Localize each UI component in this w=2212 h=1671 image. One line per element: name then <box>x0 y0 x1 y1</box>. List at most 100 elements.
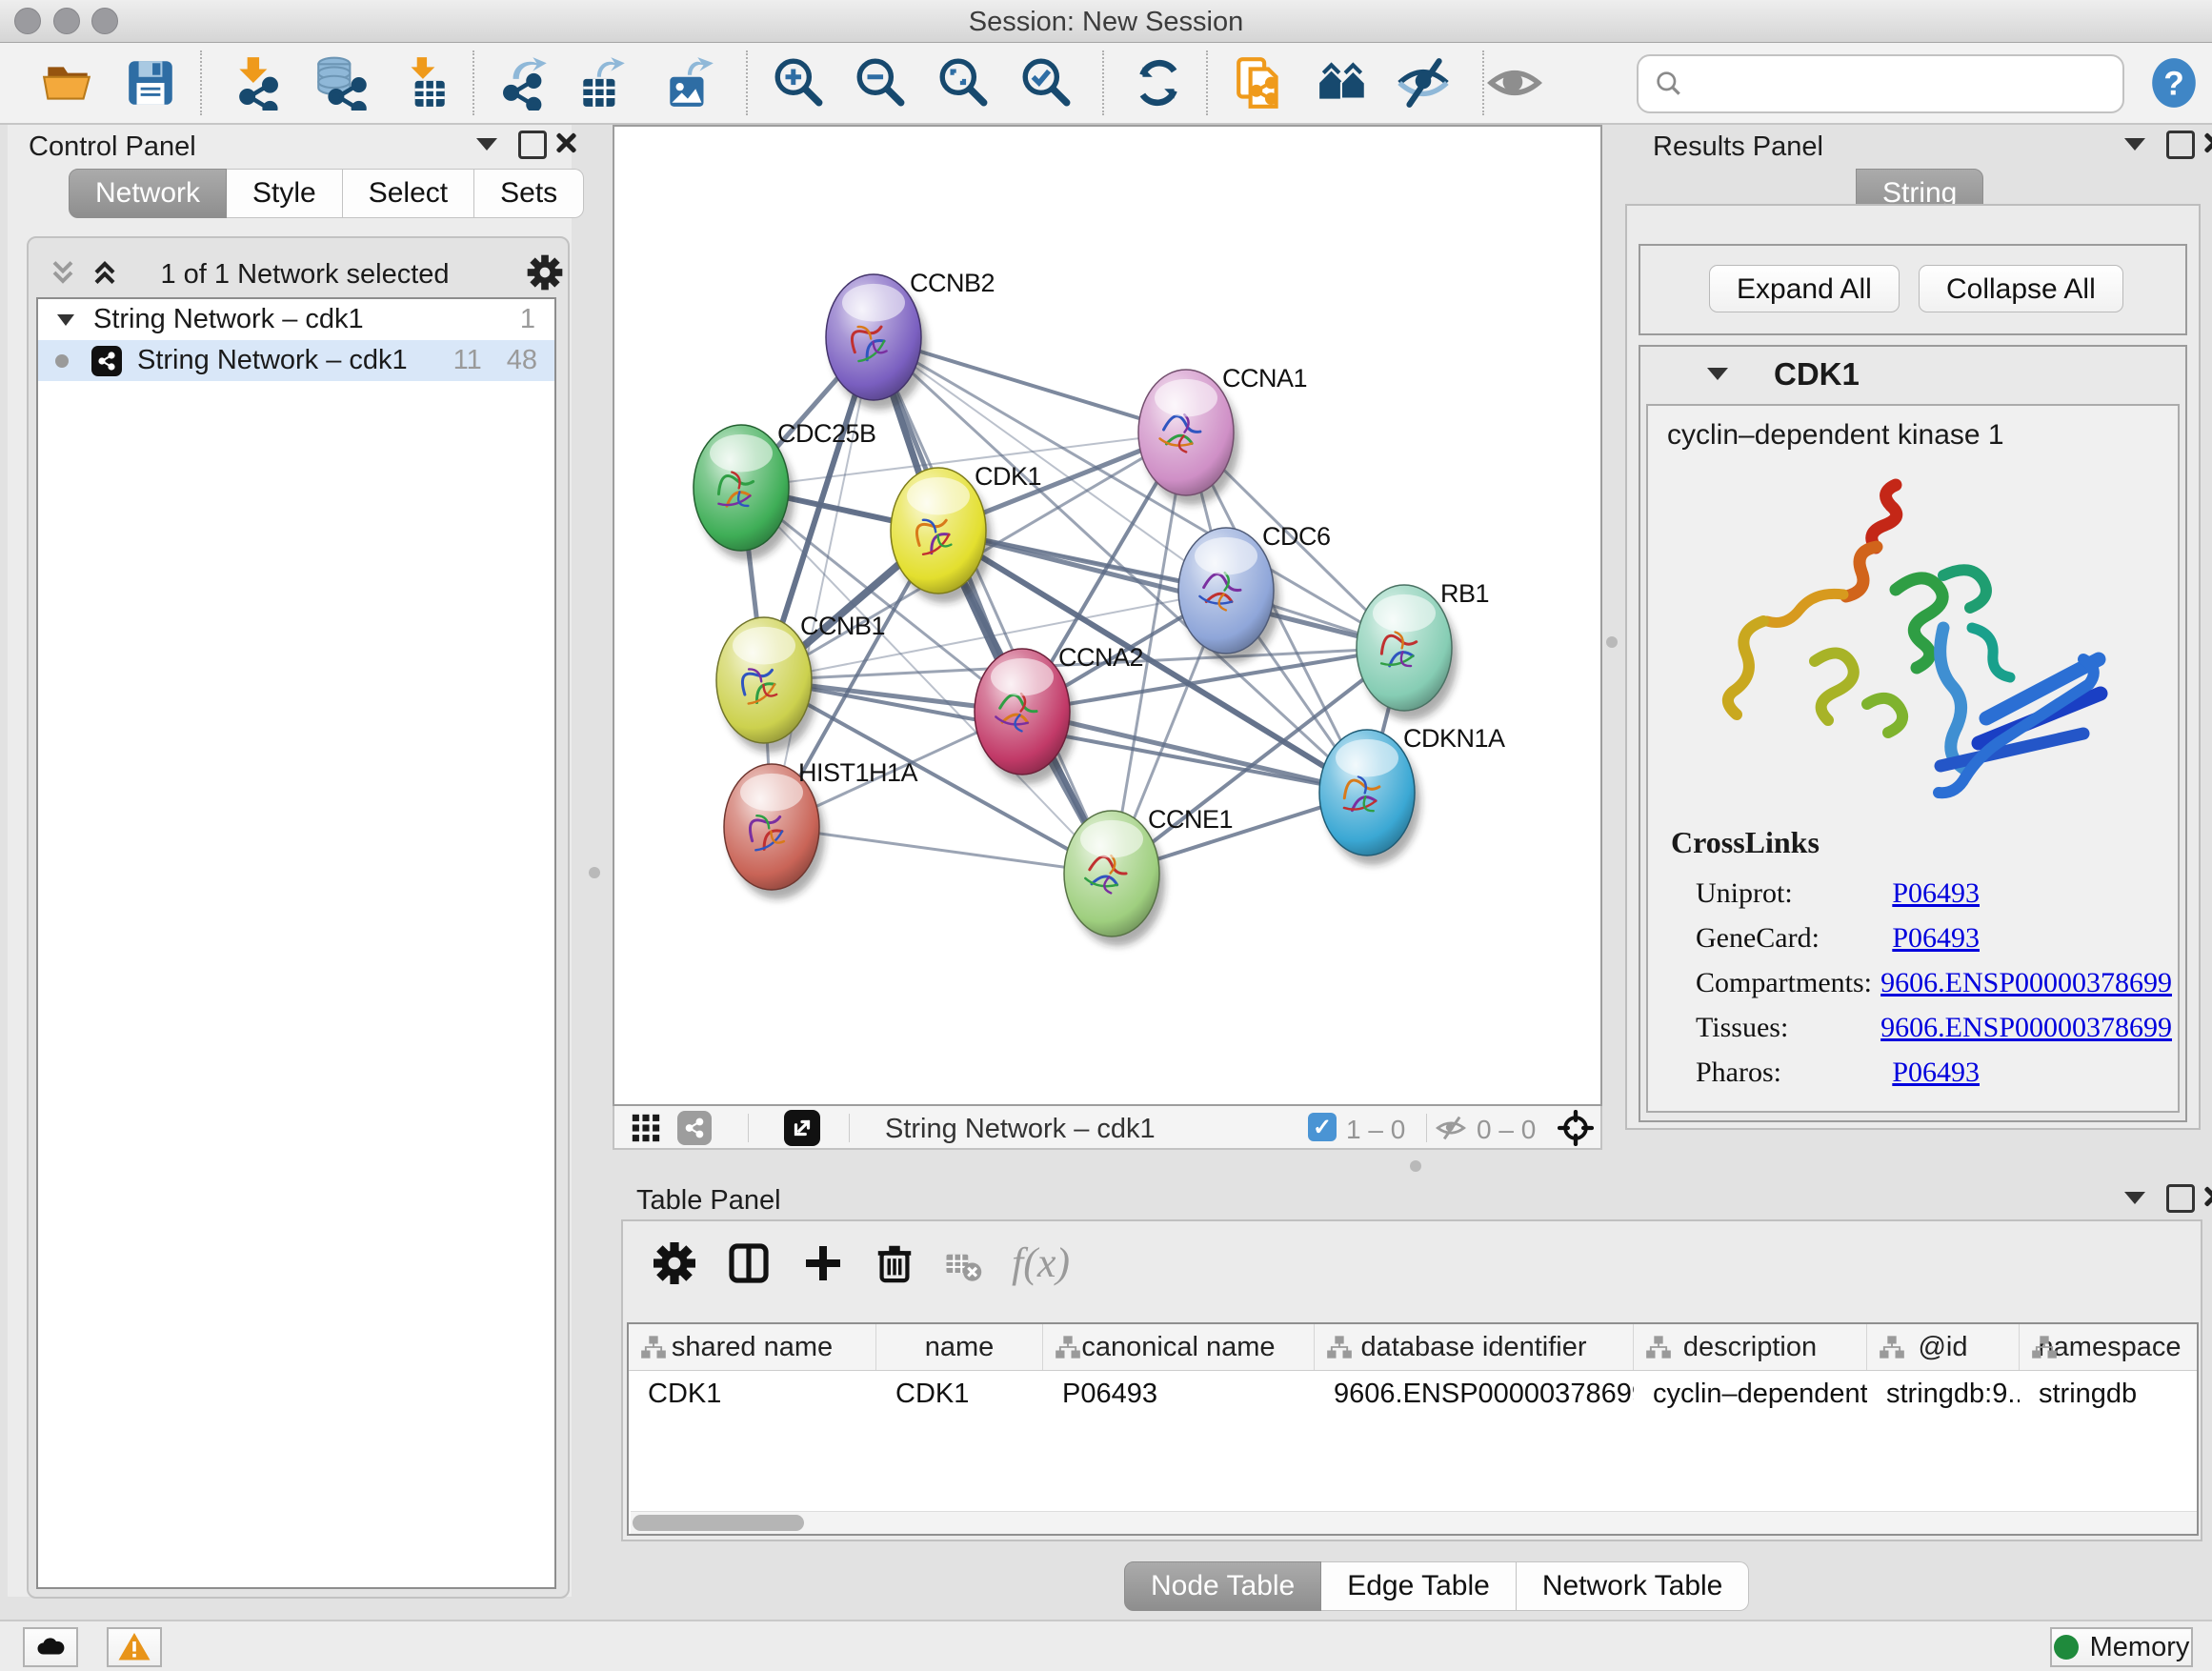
node-CDC25B[interactable]: CDC25B <box>694 419 876 560</box>
tab-select[interactable]: Select <box>343 169 474 218</box>
node-HIST1H1A[interactable]: HIST1H1A <box>724 758 918 899</box>
show-hidden-icon[interactable] <box>1486 54 1543 111</box>
cell-canonical-name[interactable]: P06493 <box>1043 1371 1315 1417</box>
import-network-database-icon[interactable] <box>312 54 369 111</box>
node-CCNA2[interactable]: CCNA2 <box>975 643 1143 784</box>
current-network-name: String Network – cdk1 <box>885 1114 1156 1145</box>
memory-button[interactable]: Memory <box>2050 1627 2193 1667</box>
column-header-name[interactable]: name <box>876 1324 1043 1370</box>
node-CCNA1[interactable]: CCNA1 <box>1138 364 1307 505</box>
export-view-icon[interactable] <box>784 1110 820 1146</box>
left-splitter-handle[interactable] <box>589 867 600 878</box>
hide-selection-icon[interactable] <box>1395 54 1452 111</box>
crosslink-label: Tissues: <box>1696 1012 1788 1044</box>
cell-description[interactable]: cyclin–dependent ... <box>1634 1371 1867 1417</box>
tab-network-table[interactable]: Network Table <box>1517 1561 1750 1611</box>
crosslink-label: Uniprot: <box>1696 877 1793 910</box>
cell-@id[interactable]: stringdb:9... <box>1867 1371 2020 1417</box>
refresh-view-icon[interactable] <box>1130 54 1187 111</box>
table-panel-box: f(x) shared namenamecanonical namedataba… <box>621 1219 2202 1541</box>
export-table-icon[interactable] <box>574 54 632 111</box>
warning-button[interactable] <box>107 1627 162 1667</box>
zoom-fit-icon[interactable] <box>935 54 993 111</box>
table-options-gear-icon[interactable] <box>652 1240 697 1291</box>
export-network-icon[interactable] <box>496 54 553 111</box>
table-row[interactable]: CDK1CDK1P064939606.ENSP00000378699cyclin… <box>629 1371 2197 1417</box>
fit-selected-crosshair-icon[interactable] <box>1558 1110 1594 1151</box>
birdseye-grid-icon[interactable] <box>630 1112 662 1149</box>
network-row[interactable]: String Network – cdk1 11 48 <box>38 340 554 381</box>
column-header-canonical-name[interactable]: canonical name <box>1043 1324 1315 1370</box>
crosslink-value[interactable]: 9606.ENSP00000378699 <box>1880 967 2172 999</box>
results-panel-collapse-icon[interactable] <box>2124 138 2145 151</box>
collapse-all-networks-icon[interactable] <box>46 255 80 294</box>
edge-CCNB2-CCNE1[interactable] <box>874 337 1112 874</box>
expand-all-networks-icon[interactable] <box>88 255 122 294</box>
node-CCNB2[interactable]: CCNB2 <box>826 269 995 410</box>
node-CCNE1[interactable]: CCNE1 <box>1064 805 1233 946</box>
table-horizontal-scrollbar <box>631 1511 2197 1535</box>
clone-network-icon[interactable] <box>1232 54 1289 111</box>
help-icon[interactable]: ? <box>2145 54 2202 111</box>
cell-name[interactable]: CDK1 <box>876 1371 1043 1417</box>
crosslink-value[interactable]: 9606.ENSP00000378699 <box>1880 1012 2172 1044</box>
status-bar: Memory <box>0 1620 2212 1671</box>
edge-CDK1-RB1[interactable] <box>938 531 1404 648</box>
cell-namespace[interactable]: stringdb <box>2020 1371 2199 1417</box>
scrollbar-thumb[interactable] <box>633 1515 804 1531</box>
zoom-out-icon[interactable] <box>853 54 910 111</box>
zoom-selected-icon[interactable] <box>1018 54 1076 111</box>
column-header-@id[interactable]: @id <box>1867 1324 2020 1370</box>
cdk1-collapse-triangle-icon[interactable] <box>1707 368 1728 380</box>
network-collection-row[interactable]: String Network – cdk1 1 <box>38 299 554 340</box>
cell-shared-name[interactable]: CDK1 <box>629 1371 876 1417</box>
network-view[interactable]: CCNB2CCNA1CDC25BCDK1CDC6RB1CCNB1CCNA2CDK… <box>613 125 1602 1106</box>
toolbar-separator <box>473 50 474 115</box>
column-header-shared-name[interactable]: shared name <box>629 1324 876 1370</box>
crosslink-value[interactable]: P06493 <box>1892 877 1980 910</box>
table-panel-collapse-icon[interactable] <box>2124 1192 2145 1204</box>
column-header-description[interactable]: description <box>1634 1324 1867 1370</box>
network-edges <box>741 337 1404 874</box>
hidden-eye-icon[interactable] <box>1436 1113 1466 1148</box>
add-column-icon[interactable] <box>800 1240 846 1291</box>
import-network-file-icon[interactable] <box>229 54 286 111</box>
show-columns-icon[interactable] <box>726 1240 772 1291</box>
show-all-networks-icon[interactable] <box>1315 54 1372 111</box>
selected-checkbox-icon[interactable]: ✓ <box>1308 1113 1337 1141</box>
tab-network[interactable]: Network <box>69 169 227 218</box>
crosslinks-list: Uniprot:P06493GeneCard:P06493Compartment… <box>1696 871 2172 1095</box>
tab-sets[interactable]: Sets <box>474 169 584 218</box>
crosslink-label: GeneCard: <box>1696 922 1820 955</box>
zoom-in-icon[interactable] <box>771 54 828 111</box>
open-session-icon[interactable] <box>39 54 96 111</box>
column-header-database-identifier[interactable]: database identifier <box>1315 1324 1634 1370</box>
collapse-all-button[interactable]: Collapse All <box>1919 265 2123 312</box>
network-canvas[interactable]: CCNB2CCNA1CDC25BCDK1CDC6RB1CCNB1CCNA2CDK… <box>614 127 1600 1104</box>
export-image-icon[interactable] <box>661 54 718 111</box>
collection-expand-triangle-icon[interactable] <box>57 314 74 326</box>
delete-column-icon[interactable] <box>873 1240 916 1289</box>
cloud-button[interactable] <box>23 1627 78 1667</box>
network-options-gear-icon[interactable] <box>526 253 564 296</box>
cell-database-identifier[interactable]: 9606.ENSP00000378699 <box>1315 1371 1634 1417</box>
column-tree-icon <box>1879 1334 1905 1368</box>
tab-node-table[interactable]: Node Table <box>1124 1561 1321 1611</box>
network-share-icon[interactable] <box>677 1111 712 1145</box>
import-table-file-icon[interactable] <box>396 54 453 111</box>
results-panel-float-icon[interactable] <box>2166 131 2195 159</box>
control-panel-collapse-icon[interactable] <box>476 138 497 151</box>
bottom-splitter-handle[interactable] <box>1410 1160 1421 1172</box>
column-header-namespace[interactable]: namespace <box>2020 1324 2199 1370</box>
tab-edge-table[interactable]: Edge Table <box>1321 1561 1517 1611</box>
node-CDKN1A[interactable]: CDKN1A <box>1319 724 1505 865</box>
crosslink-value[interactable]: P06493 <box>1892 1057 1980 1089</box>
search-input[interactable] <box>1694 68 2122 100</box>
crosslink-value[interactable]: P06493 <box>1892 922 1980 955</box>
node-RB1[interactable]: RB1 <box>1357 579 1489 720</box>
control-panel-float-icon[interactable] <box>518 131 547 159</box>
expand-all-button[interactable]: Expand All <box>1709 265 1900 312</box>
save-session-icon[interactable] <box>122 54 179 111</box>
table-panel-float-icon[interactable] <box>2166 1184 2195 1213</box>
tab-style[interactable]: Style <box>227 169 343 218</box>
